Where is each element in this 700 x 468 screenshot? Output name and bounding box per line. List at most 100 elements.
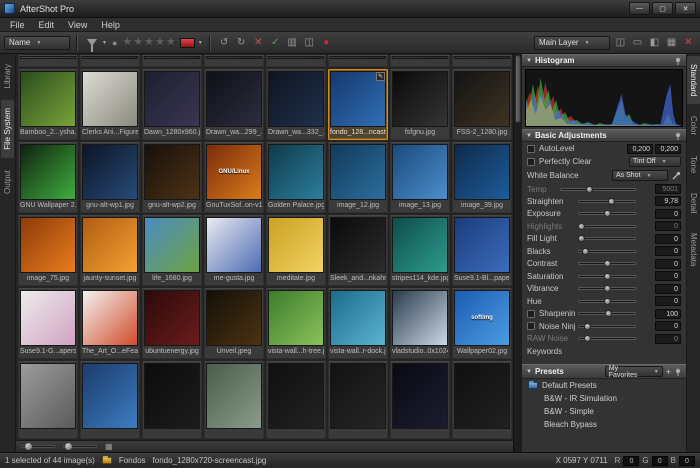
grid-layout-icon[interactable]: ▦	[105, 442, 113, 451]
rating-star-icon[interactable]: ★	[144, 36, 155, 48]
thumbnail-Drawn_wa...332_.jpg[interactable]: Drawn_wa...332_.jpg	[266, 69, 326, 140]
eyedropper-icon[interactable]	[671, 171, 681, 181]
thumbnail-fondo_128...ncast.jpg[interactable]: ✎fondo_128...ncast.jpg	[328, 69, 388, 140]
current-folder[interactable]: Fondos	[119, 456, 146, 465]
pick-flag-icon[interactable]: ✓	[268, 35, 283, 50]
adjustment-value[interactable]: 0	[655, 259, 681, 269]
hue-slider[interactable]	[578, 300, 636, 303]
thumbnail-partial[interactable]	[266, 55, 326, 67]
thumbnail-vista-wall...h-tree.jpg[interactable]: vista-wall...h-tree.jpg	[266, 288, 326, 359]
tint-dropdown[interactable]: Tint Off ▼	[629, 156, 681, 167]
thumbnail-GNU Wallpaper 2.jpg[interactable]: GNU Wallpaper 2.jpg	[18, 142, 78, 213]
thumbnail-stripes114_kde.jpg[interactable]: stripes114_kde.jpg	[390, 215, 450, 286]
thumbnail-gnu-alt-wp1.jpg[interactable]: gnu-alt-wp1.jpg	[80, 142, 140, 213]
noise-ninja-slider[interactable]	[578, 325, 636, 328]
slider-handle[interactable]	[584, 323, 591, 330]
grid-view-icon[interactable]: ▦	[664, 35, 679, 50]
menu-view[interactable]: View	[61, 20, 94, 30]
rating-star-icon[interactable]: ★	[166, 36, 177, 48]
rating-star-icon[interactable]: ★	[122, 36, 133, 48]
preset-item[interactable]: Bleach Bypass	[522, 418, 686, 431]
raw-jpeg-icon[interactable]: ▥	[285, 35, 300, 50]
close-red-icon[interactable]: ✕	[681, 35, 696, 50]
adjustment-value[interactable]: 0	[655, 334, 681, 344]
autolevel-low-value[interactable]: 0,200	[627, 144, 653, 154]
close-button[interactable]: ✕	[675, 2, 696, 15]
noise-ninja-checkbox[interactable]	[527, 322, 535, 330]
sharpening-slider[interactable]	[578, 312, 636, 315]
filter-icon[interactable]	[84, 35, 99, 50]
thumbnail-Sleek_and...nkahn.jpg[interactable]: Sleek_and...nkahn.jpg	[328, 215, 388, 286]
thumbnail-ubuntuenergy.jpg[interactable]: ubuntuenergy.jpg	[142, 288, 202, 359]
thumbnail-Suse9.1-G...apers.jpg[interactable]: Suse9.1-G...apers.jpg	[18, 288, 78, 359]
slider-handle[interactable]	[604, 273, 611, 280]
adjustment-value[interactable]: 0	[655, 284, 681, 294]
thumbnail-The_Art_O...eFear.jpg[interactable]: The_Art_O...eFear.jpg	[80, 288, 140, 359]
thumbnail-partial[interactable]	[204, 361, 264, 439]
presets-add-button[interactable]: +	[666, 367, 671, 377]
thumbnail-partial[interactable]	[328, 361, 388, 439]
preset-item[interactable]: Default Presets	[522, 379, 686, 392]
sharpening-checkbox[interactable]	[527, 310, 535, 318]
grid-scrollbar-thumb[interactable]	[515, 55, 521, 123]
maximize-button[interactable]: ▢	[652, 2, 673, 15]
adjustment-value[interactable]: 100	[655, 309, 681, 319]
thumbnail-meditate.jpg[interactable]: meditate.jpg	[266, 215, 326, 286]
thumbnail-partial[interactable]	[18, 361, 78, 439]
panel-tab-standard[interactable]: Standard	[687, 56, 700, 104]
thumbnail-size-slider[interactable]	[21, 445, 55, 448]
single-view-icon[interactable]: ▭	[630, 35, 645, 50]
thumbnail-GnuTuxSof..on-v1.jpg[interactable]: GNU/LinuxGnuTuxSof..on-v1.jpg	[204, 142, 264, 213]
menu-edit[interactable]: Edit	[32, 20, 62, 30]
basic-adjustments-header[interactable]: ▼ Basic Adjustments	[522, 129, 686, 142]
slider-handle[interactable]	[578, 223, 585, 230]
adjustment-value[interactable]: 0	[655, 271, 681, 281]
panel-tab-metadata[interactable]: Metadata	[687, 225, 700, 274]
menu-file[interactable]: File	[3, 20, 32, 30]
thumbnail-Dawn_1280x960.jpg[interactable]: Dawn_1280x960.jpg	[142, 69, 202, 140]
thumbnail-partial[interactable]	[328, 55, 388, 67]
reject-flag-icon[interactable]: ✕	[251, 35, 266, 50]
panel-tab-detail[interactable]: Detail	[687, 185, 700, 221]
pin-icon[interactable]	[674, 57, 682, 65]
thumbnail-gnu-alt-wp2.jpg[interactable]: gnu-alt-wp2.jpg	[142, 142, 202, 213]
slider-handle[interactable]	[605, 310, 612, 317]
thumbnail-partial[interactable]	[452, 361, 512, 439]
slider-handle[interactable]	[604, 298, 611, 305]
thumbnail-Suse9.1-Bl...papers.jpg[interactable]: Suse9.1-Bl...papers.jpg	[452, 215, 512, 286]
autolevel-checkbox[interactable]	[527, 145, 535, 153]
adjustment-value[interactable]: 0	[655, 296, 681, 306]
favorites-dropdown[interactable]: My Favorites ▼	[605, 366, 663, 377]
contrast-slider[interactable]	[578, 262, 636, 265]
thumbnail-vladstudio..0x1024.jpg[interactable]: vladstudio..0x1024.jpg	[390, 288, 450, 359]
adjustment-value[interactable]: 9,78	[655, 196, 681, 206]
slider-handle[interactable]	[608, 198, 615, 205]
grid-scrollbar[interactable]	[513, 54, 522, 452]
rating-star-icon[interactable]: ★	[133, 36, 144, 48]
thumbnail-image_13.jpg[interactable]: image_13.jpg	[390, 142, 450, 213]
sidebar-tab-output[interactable]: Output	[1, 162, 14, 202]
thumbnail-vista-wall..r-dock.jpg[interactable]: vista-wall..r-dock.jpg	[328, 288, 388, 359]
copy-version-icon[interactable]: ◫	[302, 35, 317, 50]
zoom-slider[interactable]	[63, 445, 97, 448]
perfectly-clear-checkbox[interactable]	[527, 158, 535, 166]
thumbnail-Bamboo_2...ysha.jpg[interactable]: Bamboo_2...ysha.jpg	[18, 69, 78, 140]
slider-handle[interactable]	[582, 248, 589, 255]
adjustment-value[interactable]: 0	[655, 321, 681, 331]
thumbnail-Drawn_wa...299_.jpg[interactable]: Drawn_wa...299_.jpg	[204, 69, 264, 140]
no-rating-dot-icon[interactable]: ●	[112, 38, 117, 48]
pin-icon[interactable]	[674, 132, 682, 140]
blacks-slider[interactable]	[578, 250, 636, 253]
slider-handle[interactable]	[584, 335, 591, 342]
fill-light-slider[interactable]	[578, 237, 636, 240]
dual-monitor-icon[interactable]: ◫	[613, 35, 628, 50]
record-icon[interactable]: ●	[319, 35, 334, 50]
vibrance-slider[interactable]	[578, 287, 636, 290]
histogram-header[interactable]: ▼ Histogram	[522, 54, 686, 67]
thumbnail-partial[interactable]	[142, 361, 202, 439]
thumbnail-partial[interactable]	[18, 55, 78, 67]
adjustment-value[interactable]: 0	[655, 221, 681, 231]
thumbnail-life_1680.jpg[interactable]: life_1680.jpg	[142, 215, 202, 286]
split-view-icon[interactable]: ◧	[647, 35, 662, 50]
slider-handle[interactable]	[604, 210, 611, 217]
